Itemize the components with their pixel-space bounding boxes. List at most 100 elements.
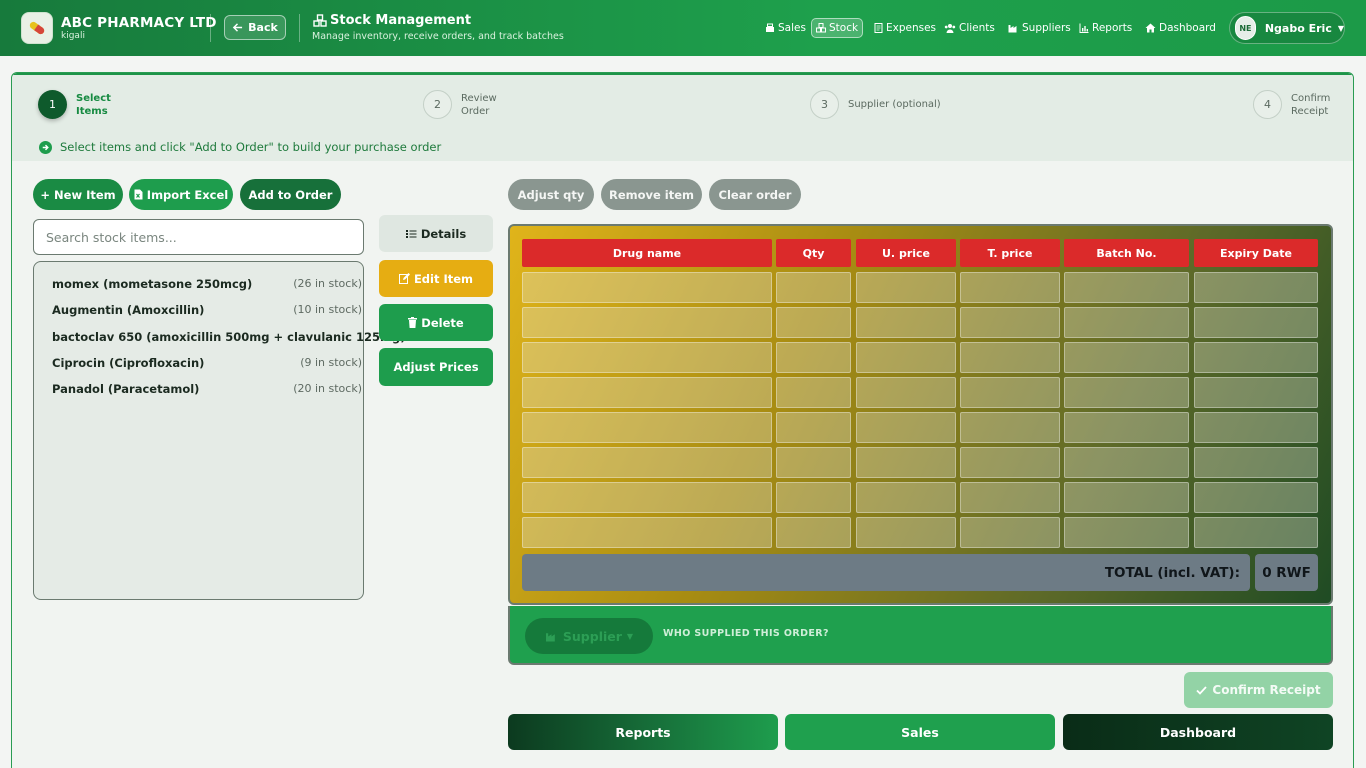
add-to-order-button[interactable]: Add to Order <box>240 179 341 210</box>
table-cell[interactable] <box>960 517 1060 548</box>
table-cell[interactable] <box>776 517 851 548</box>
import-excel-button[interactable]: Import Excel <box>129 179 233 210</box>
table-cell[interactable] <box>1194 412 1318 443</box>
table-cell[interactable] <box>1064 412 1189 443</box>
table-cell[interactable] <box>522 307 772 338</box>
table-cell[interactable] <box>522 447 772 478</box>
user-menu[interactable]: NE Ngabo Eric ▼ <box>1229 12 1345 44</box>
table-cell[interactable] <box>856 307 956 338</box>
users-icon <box>944 24 956 33</box>
table-cell[interactable] <box>776 447 851 478</box>
column-header-batch-no: Batch No. <box>1064 239 1189 267</box>
table-cell[interactable] <box>856 272 956 303</box>
stock-item-list[interactable]: momex (mometasone 250mcg) (26 in stock) A… <box>33 261 405 600</box>
table-cell[interactable] <box>1194 272 1318 303</box>
table-cell[interactable] <box>1194 342 1318 373</box>
table-cell[interactable] <box>522 517 772 548</box>
table-cell[interactable] <box>522 377 772 408</box>
nav-expenses[interactable]: Expenses <box>870 18 940 38</box>
table-cell[interactable] <box>1194 377 1318 408</box>
list-item[interactable]: momex (mometasone 250mcg) (26 in stock) <box>52 277 362 291</box>
delete-button[interactable]: Delete <box>379 304 493 341</box>
table-cell[interactable] <box>1194 447 1318 478</box>
list-item[interactable]: Ciprocin (Ciprofloxacin) (9 in stock) <box>52 356 362 370</box>
list-item[interactable]: Panadol (Paracetamol) (20 in stock) <box>52 382 362 396</box>
nav-dashboard[interactable]: Dashboard <box>1141 18 1220 38</box>
table-cell[interactable] <box>960 272 1060 303</box>
step-number: 4 <box>1253 90 1282 119</box>
brand-location: kigali <box>61 31 85 41</box>
edit-icon <box>398 273 410 284</box>
table-cell[interactable] <box>960 307 1060 338</box>
nav-clients-label: Clients <box>959 22 995 34</box>
table-cell[interactable] <box>856 342 956 373</box>
table-cell[interactable] <box>856 412 956 443</box>
reports-button[interactable]: Reports <box>508 714 778 750</box>
list-item[interactable]: bactoclav 650 (amoxicillin 500mg + clavu… <box>52 330 405 344</box>
table-cell[interactable] <box>960 377 1060 408</box>
table-cell[interactable] <box>960 412 1060 443</box>
table-cell[interactable] <box>1064 307 1189 338</box>
supplier-dropdown[interactable]: Supplier ▼ <box>525 618 653 654</box>
search-input[interactable]: Search stock items... <box>33 219 364 255</box>
clear-order-button[interactable]: Clear order <box>709 179 801 210</box>
nav-sales[interactable]: Sales <box>761 18 810 38</box>
table-cell[interactable] <box>856 377 956 408</box>
table-cell[interactable] <box>960 482 1060 513</box>
edit-item-button[interactable]: Edit Item <box>379 260 493 297</box>
sales-button[interactable]: Sales <box>785 714 1055 750</box>
table-cell[interactable] <box>776 307 851 338</box>
table-cell[interactable] <box>1064 447 1189 478</box>
table-cell[interactable] <box>776 412 851 443</box>
item-name: Augmentin (Amoxcillin) <box>52 303 205 317</box>
new-item-button[interactable]: + New Item <box>33 179 123 210</box>
details-button[interactable]: Details <box>379 215 493 252</box>
remove-item-button[interactable]: Remove item <box>601 179 702 210</box>
table-cell[interactable] <box>522 342 772 373</box>
column-header-drug-name: Drug name <box>522 239 772 267</box>
table-cell[interactable] <box>776 342 851 373</box>
step-select-items: 1 Select Items <box>38 90 111 119</box>
table-cell[interactable] <box>856 517 956 548</box>
table-cell[interactable] <box>1194 482 1318 513</box>
total-label: TOTAL (incl. VAT): <box>522 554 1250 591</box>
table-cell[interactable] <box>856 482 956 513</box>
step-number: 3 <box>810 90 839 119</box>
nav-dashboard-label: Dashboard <box>1159 22 1216 34</box>
table-cell[interactable] <box>1194 307 1318 338</box>
table-cell[interactable] <box>522 272 772 303</box>
table-cell[interactable] <box>1064 482 1189 513</box>
table-cell[interactable] <box>1064 517 1189 548</box>
step-number: 1 <box>38 90 67 119</box>
table-cell[interactable] <box>776 272 851 303</box>
delete-label: Delete <box>421 315 464 330</box>
nav-clients[interactable]: Clients <box>940 18 999 38</box>
adjust-prices-button[interactable]: Adjust Prices <box>379 348 493 386</box>
nav-reports[interactable]: Reports <box>1075 18 1136 38</box>
edit-item-label: Edit Item <box>413 271 474 286</box>
table-cell[interactable] <box>776 482 851 513</box>
user-name: Ngabo Eric <box>1264 21 1332 35</box>
table-cell[interactable] <box>1194 517 1318 548</box>
confirm-receipt-button[interactable]: Confirm Receipt <box>1184 672 1333 708</box>
table-cell[interactable] <box>776 377 851 408</box>
table-cell[interactable] <box>960 447 1060 478</box>
dashboard-button[interactable]: Dashboard <box>1063 714 1333 750</box>
list-item[interactable]: Augmentin (Amoxcillin) (10 in stock) <box>52 303 362 317</box>
item-stock: (10 in stock) <box>293 303 362 316</box>
nav-stock[interactable]: Stock <box>811 18 864 38</box>
table-cell[interactable] <box>522 412 772 443</box>
adjust-qty-button[interactable]: Adjust qty <box>508 179 594 210</box>
pill-logo-icon <box>21 12 53 44</box>
page-subtitle: Manage inventory, receive orders, and tr… <box>312 31 564 42</box>
industry-icon <box>1008 25 1017 33</box>
table-cell[interactable] <box>1064 377 1189 408</box>
table-cell[interactable] <box>960 342 1060 373</box>
table-cell[interactable] <box>1064 272 1189 303</box>
nav-suppliers[interactable]: Suppliers <box>1004 18 1075 38</box>
back-button[interactable]: Back <box>224 15 286 40</box>
table-cell[interactable] <box>1064 342 1189 373</box>
table-cell[interactable] <box>522 482 772 513</box>
boxes-icon <box>816 23 826 33</box>
table-cell[interactable] <box>856 447 956 478</box>
